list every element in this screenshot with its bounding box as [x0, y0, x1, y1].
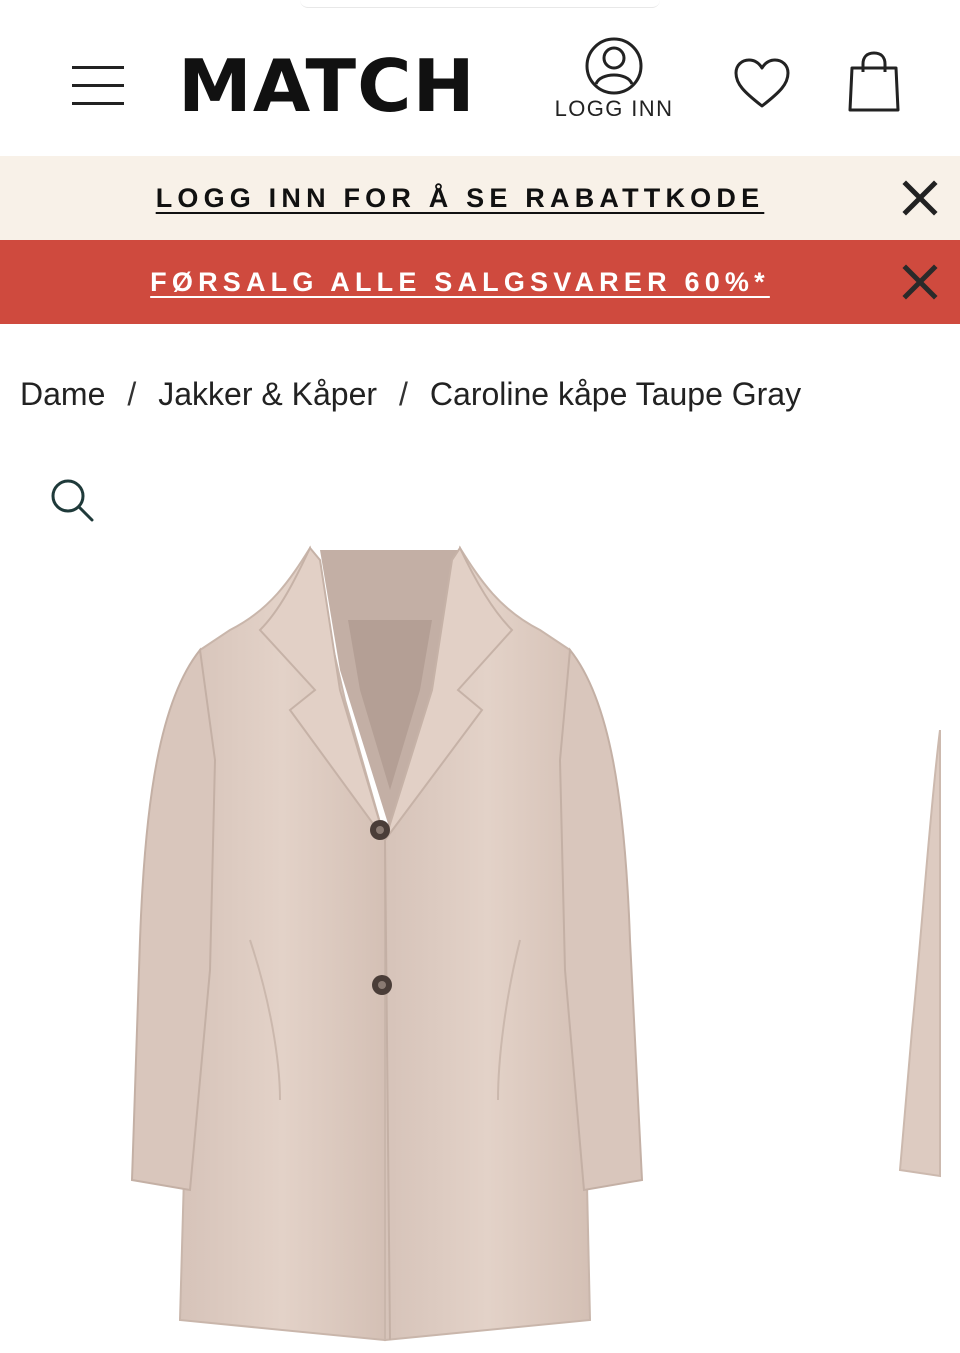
- site-header: MATCH LOGG INN: [0, 0, 960, 156]
- breadcrumb-separator: /: [127, 375, 137, 412]
- zoom-button[interactable]: [46, 474, 100, 528]
- sale-banner-close-button[interactable]: [902, 264, 938, 300]
- login-button[interactable]: LOGG INN: [548, 36, 680, 132]
- user-icon: [585, 37, 643, 95]
- breadcrumb-current-page: Caroline kåpe Taupe Gray: [429, 375, 802, 412]
- breadcrumb-separator: /: [399, 375, 408, 412]
- breadcrumb-item-dame[interactable]: Dame: [20, 376, 105, 413]
- product-image[interactable]: [120, 540, 660, 1353]
- shopping-bag-icon: [848, 51, 900, 112]
- magnifier-icon: [51, 479, 94, 522]
- sale-promo-link[interactable]: FØRSALG ALLE SALGSVARER 60%*: [150, 267, 770, 298]
- breadcrumb-item-jakker-kaper[interactable]: Jakker & Kåper: [158, 376, 377, 413]
- browser-notch: [300, 0, 660, 8]
- wishlist-button[interactable]: [732, 56, 792, 112]
- close-icon: [902, 264, 938, 300]
- cart-button[interactable]: [846, 50, 902, 114]
- next-product-image[interactable]: [892, 730, 960, 1190]
- heart-icon: [734, 58, 790, 108]
- product-page: MATCH LOGG INN LOGG INN FOR Å SE RABATTK…: [0, 0, 960, 1353]
- sale-promo-banner: FØRSALG ALLE SALGSVARER 60%*: [0, 240, 960, 324]
- login-promo-link[interactable]: LOGG INN FOR Å SE RABATTKODE: [156, 183, 765, 214]
- login-promo-banner: LOGG INN FOR Å SE RABATTKODE: [0, 156, 960, 240]
- breadcrumb: Dame / Jakker & Kåper / Caroline kåpe Ta…: [20, 370, 801, 418]
- close-icon: [902, 180, 938, 216]
- site-logo[interactable]: MATCH: [178, 46, 477, 126]
- menu-button[interactable]: [70, 60, 126, 108]
- login-label: LOGG INN: [554, 96, 674, 121]
- login-banner-close-button[interactable]: [902, 180, 938, 216]
